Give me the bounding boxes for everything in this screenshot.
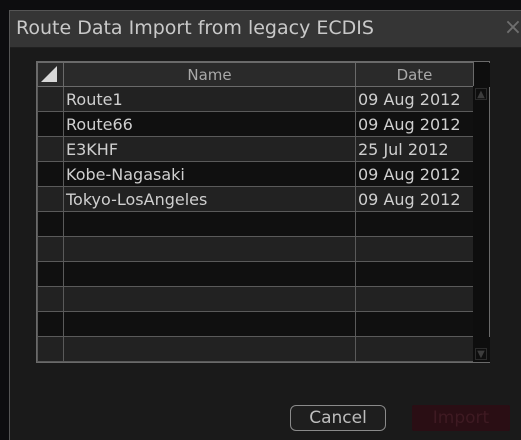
- route-name-cell: [63, 236, 356, 262]
- table-row[interactable]: [37, 286, 490, 312]
- row-selector[interactable]: [37, 336, 64, 362]
- route-table-grid: Name Date Route1 09 Aug 2012 Route66 09 Aug…: [37, 62, 490, 362]
- scroll-up-icon[interactable]: ▲: [475, 88, 487, 100]
- route-name-cell: [63, 261, 356, 287]
- row-selector[interactable]: [37, 186, 64, 212]
- route-date-cell: [355, 286, 474, 312]
- route-date-cell: [355, 211, 474, 237]
- import-dialog: Route Data Import from legacy ECDIS × Na…: [9, 10, 521, 440]
- route-date-cell: 09 Aug 2012: [355, 86, 474, 112]
- table-row[interactable]: [37, 261, 490, 287]
- route-name-cell: [63, 336, 356, 362]
- route-name-cell: [63, 211, 356, 237]
- select-all-corner[interactable]: [37, 62, 64, 87]
- route-name-cell: [63, 311, 356, 337]
- row-selector[interactable]: [37, 261, 64, 287]
- table-row[interactable]: [37, 311, 490, 337]
- table-row[interactable]: Kobe-Nagasaki 09 Aug 2012: [37, 161, 490, 187]
- row-selector[interactable]: [37, 86, 64, 112]
- table-row[interactable]: Tokyo-LosAngeles 09 Aug 2012: [37, 186, 490, 212]
- table-header-row: Name Date: [37, 62, 490, 87]
- route-date-cell: [355, 336, 474, 362]
- row-selector[interactable]: [37, 286, 64, 312]
- route-name-cell: Route1: [63, 86, 356, 112]
- table-row[interactable]: Route1 09 Aug 2012: [37, 86, 490, 112]
- route-name-cell: [63, 286, 356, 312]
- route-name-cell: E3KHF: [63, 136, 356, 162]
- column-header-date[interactable]: Date: [355, 62, 474, 87]
- table-row[interactable]: [37, 211, 490, 237]
- dialog-titlebar: Route Data Import from legacy ECDIS ×: [10, 11, 521, 48]
- route-date-cell: 09 Aug 2012: [355, 111, 474, 137]
- table-row[interactable]: [37, 236, 490, 262]
- route-table: Name Date Route1 09 Aug 2012 Route66 09 Aug…: [36, 61, 490, 363]
- table-row[interactable]: [37, 336, 490, 362]
- table-row[interactable]: Route66 09 Aug 2012: [37, 111, 490, 137]
- cancel-button[interactable]: Cancel: [290, 405, 386, 431]
- row-selector[interactable]: [37, 211, 64, 237]
- route-name-cell: Tokyo-LosAngeles: [63, 186, 356, 212]
- table-row[interactable]: E3KHF 25 Jul 2012: [37, 136, 490, 162]
- route-date-cell: [355, 261, 474, 287]
- import-button[interactable]: Import: [412, 405, 510, 431]
- route-date-cell: 25 Jul 2012: [355, 136, 474, 162]
- route-date-cell: 09 Aug 2012: [355, 161, 474, 187]
- scroll-header-spacer: [473, 62, 490, 87]
- close-icon[interactable]: ×: [503, 16, 521, 40]
- scroll-down-icon[interactable]: ▼: [475, 348, 487, 360]
- route-name-cell: Route66: [63, 111, 356, 137]
- select-all-icon: [41, 66, 57, 82]
- route-date-cell: 09 Aug 2012: [355, 186, 474, 212]
- dialog-title: Route Data Import from legacy ECDIS: [16, 17, 374, 39]
- vertical-scrollbar[interactable]: ▲ ▼: [473, 86, 489, 362]
- row-selector[interactable]: [37, 311, 64, 337]
- row-selector[interactable]: [37, 236, 64, 262]
- row-selector[interactable]: [37, 111, 64, 137]
- column-header-name[interactable]: Name: [63, 62, 356, 87]
- route-date-cell: [355, 236, 474, 262]
- route-date-cell: [355, 311, 474, 337]
- row-selector[interactable]: [37, 136, 64, 162]
- row-selector[interactable]: [37, 161, 64, 187]
- route-name-cell: Kobe-Nagasaki: [63, 161, 356, 187]
